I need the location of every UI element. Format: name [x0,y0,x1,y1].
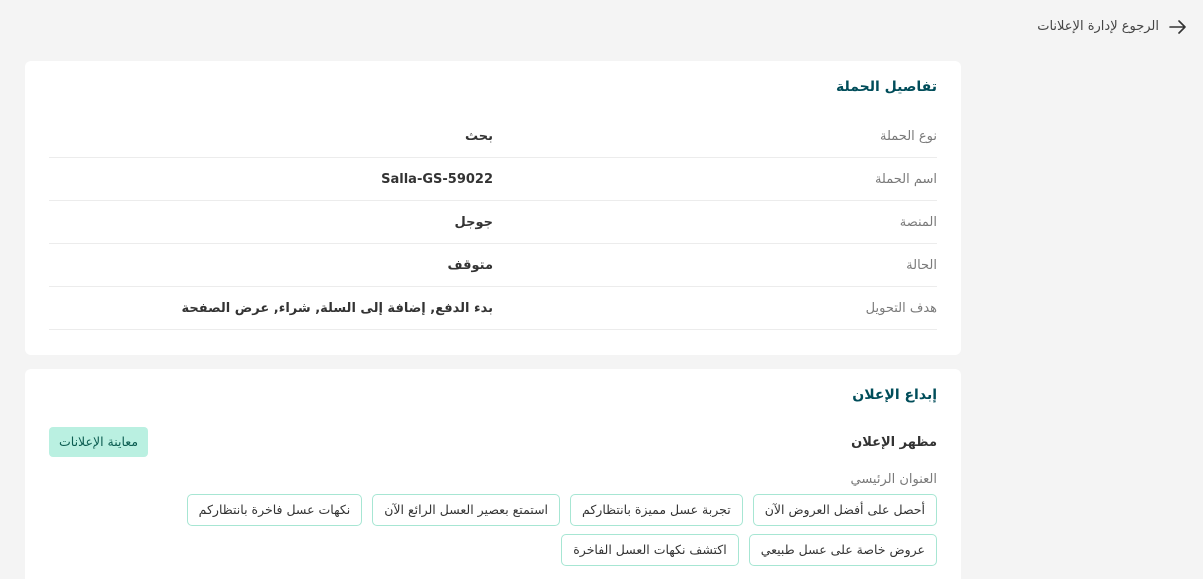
detail-row-campaign-name: اسم الحملة Salla-GS-59022 [49,158,937,201]
headline-chip[interactable]: عروض خاصة على عسل طبيعي [748,534,937,566]
detail-row-conversion-goal: هدف التحويل بدء الدفع, إضافة إلى السلة, … [49,287,937,330]
headline-chip[interactable]: أحصل على أفضل العروض الآن [752,494,937,526]
detail-row-campaign-type: نوع الحملة بحث [49,115,937,158]
headlines-label: العنوان الرئيسي [850,472,938,487]
detail-value: بحث [464,128,493,144]
back-link-label: الرجوع لإدارة الإعلانات [1037,19,1159,34]
detail-row-platform: المنصة جوجل [49,201,937,244]
back-to-ads-link[interactable]: الرجوع لإدارة الإعلانات [1037,19,1187,34]
campaign-details-list: نوع الحملة بحث اسم الحملة Salla-GS-59022… [49,115,937,330]
detail-key: اسم الحملة [874,171,937,187]
campaign-details-title: تفاصيل الحملة [836,79,937,95]
page: الرجوع لإدارة الإعلانات تفاصيل الحملة نو… [0,0,1203,579]
ad-creative-title: إبداع الإعلان [852,387,937,403]
headline-chip[interactable]: استمتع بعصير العسل الرائع الآن [372,494,561,526]
detail-value: جوجل [454,214,494,230]
detail-key: الحالة [906,257,937,273]
detail-value: متوقف [447,257,494,273]
detail-key: هدف التحويل [865,300,937,316]
ad-creative-card: إبداع الإعلان مظهر الإعلان معاينة الإعلا… [25,369,961,579]
headline-chip[interactable]: تجربة عسل مميزة بانتظاركم [570,494,743,526]
ad-appearance-label: مظهر الإعلان [851,434,937,450]
headline-chips: أحصل على أفضل العروض الآن تجربة عسل مميز… [137,494,937,566]
headline-chip[interactable]: نكهات عسل فاخرة بانتظاركم [186,494,363,526]
ad-appearance-header: مظهر الإعلان معاينة الإعلانات [49,427,937,457]
detail-row-status: الحالة متوقف [49,244,937,287]
preview-ads-button[interactable]: معاينة الإعلانات [49,427,149,457]
detail-value: Salla-GS-59022 [381,171,493,187]
detail-key: نوع الحملة [880,128,937,144]
detail-value: بدء الدفع, إضافة إلى السلة, شراء, عرض ال… [181,300,494,316]
detail-key: المنصة [899,214,937,230]
headline-chip[interactable]: اكتشف نكهات العسل الفاخرة [561,534,739,566]
arrow-right-icon [1169,19,1186,34]
campaign-details-card: تفاصيل الحملة نوع الحملة بحث اسم الحملة … [25,61,961,355]
